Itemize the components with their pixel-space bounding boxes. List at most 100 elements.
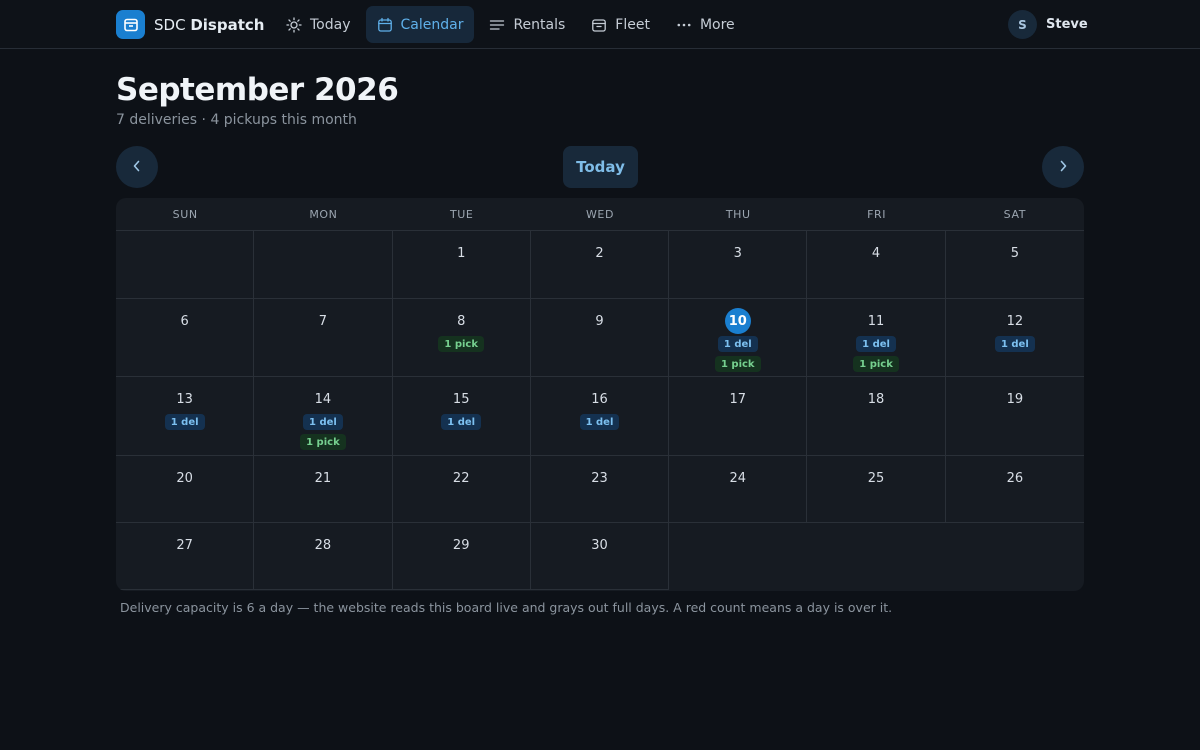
day-badges: 1 del (116, 414, 253, 430)
date-number: 4 (871, 245, 881, 261)
day-cell[interactable]: 24 (669, 456, 808, 523)
brand-prefix: SDC (154, 15, 186, 34)
day-cell[interactable]: 11 1 del 1 pick (807, 299, 946, 377)
day-cell[interactable]: 10 1 del 1 pick (669, 299, 808, 377)
day-cell[interactable]: 25 (807, 456, 946, 523)
day-cell[interactable]: 19 (945, 377, 1084, 456)
month-summary: 7 deliveries · 4 pickups this month (116, 112, 357, 128)
weekday-label: SAT (1003, 208, 1027, 221)
date-number: 14 (314, 391, 332, 407)
day-cell[interactable]: 21 (254, 456, 393, 523)
date-number: 23 (591, 470, 608, 486)
date-number: 6 (180, 313, 189, 329)
day-badges: 1 del (393, 414, 530, 430)
delivery-count-badge: 1 del (164, 414, 205, 430)
nav-label-today: Today (310, 16, 351, 33)
date-number: 2 (595, 245, 604, 261)
nav-label-more: More (699, 16, 735, 33)
day-cell[interactable]: 17 (669, 377, 808, 456)
day-cell[interactable]: 7 (254, 299, 393, 377)
calendar-icon (377, 17, 393, 33)
day-cell[interactable]: 5 (945, 231, 1084, 299)
date-number: 7 (318, 313, 328, 329)
day-cell[interactable]: 30 (530, 523, 670, 590)
day-badges: 1 del 1 pick (254, 414, 391, 450)
previous-month-button[interactable] (116, 146, 158, 188)
date-number: 29 (452, 537, 470, 553)
day-cell[interactable]: 16 1 del (530, 377, 670, 456)
chevron-right-icon (1056, 158, 1070, 177)
date-number: 27 (176, 537, 193, 553)
day-badges: 1 pick (393, 336, 530, 352)
delivery-count-badge: 1 del (717, 336, 758, 352)
empty-day-cell[interactable] (116, 231, 255, 299)
day-cell[interactable]: 26 (945, 456, 1084, 523)
day-cell[interactable]: 27 (116, 523, 255, 590)
day-cell[interactable]: 23 (530, 456, 670, 523)
user-name: Steve (1046, 17, 1088, 32)
day-badges: 1 del 1 pick (807, 336, 944, 372)
nav-label-calendar: Calendar (400, 16, 464, 33)
delivery-count-badge: 1 del (441, 414, 482, 430)
day-cell[interactable]: 22 (392, 456, 531, 523)
day-cell[interactable]: 4 (807, 231, 946, 299)
date-number: 21 (314, 470, 332, 486)
pickup-count-badge: 1 pick (438, 336, 484, 352)
date-number: 18 (867, 391, 885, 407)
date-number: 17 (729, 391, 747, 407)
day-cell[interactable]: 18 (807, 377, 946, 456)
date-number: 12 (1006, 313, 1024, 329)
day-badges: 1 del 1 pick (669, 336, 806, 372)
day-cell[interactable]: 29 (392, 523, 531, 590)
user-menu[interactable]: S Steve (1008, 10, 1088, 39)
page-title: September 2026 (116, 72, 399, 108)
date-number: 25 (867, 470, 885, 486)
date-number: 30 (591, 537, 608, 553)
pickup-count-badge: 1 pick (853, 356, 899, 372)
nav-label-rentals: Rentals (513, 16, 566, 33)
nav-item-rentals[interactable]: Rentals (478, 6, 576, 43)
list-icon (489, 17, 505, 33)
delivery-count-badge: 1 del (994, 336, 1035, 352)
empty-day-cell[interactable] (254, 231, 393, 299)
date-number: 9 (595, 313, 604, 329)
nav-label-fleet: Fleet (615, 16, 650, 33)
top-nav: SDC Dispatch Today Calendar Rentals Flee… (0, 0, 1200, 49)
today-date-number: 10 (724, 308, 751, 334)
day-cell[interactable]: 28 (254, 523, 393, 590)
today-button[interactable]: Today (563, 146, 638, 188)
day-cell[interactable]: 3 (669, 231, 808, 299)
day-cell[interactable]: 13 1 del (116, 377, 255, 456)
day-cell[interactable]: 12 1 del (945, 299, 1084, 377)
day-cell[interactable]: 15 1 del (392, 377, 531, 456)
weekday-label: WED (585, 208, 615, 221)
day-cell[interactable]: 1 (392, 231, 531, 299)
day-badges: 1 del (531, 414, 668, 430)
date-number: 5 (1010, 245, 1019, 261)
brand[interactable]: SDC Dispatch (116, 10, 264, 39)
date-number: 19 (1006, 391, 1024, 407)
weekday-header: SUN MON TUE WED THU FRI SAT (116, 198, 1084, 231)
brand-title: Dispatch (190, 15, 265, 34)
dispatch-logo-icon (116, 10, 145, 39)
date-number: 1 (457, 245, 466, 261)
day-cell[interactable]: 14 1 del 1 pick (254, 377, 393, 456)
weekday-label: FRI (867, 208, 887, 221)
date-number: 11 (867, 313, 885, 329)
day-cell[interactable]: 8 1 pick (392, 299, 531, 377)
day-cell[interactable]: 6 (116, 299, 255, 377)
day-cell[interactable]: 20 (116, 456, 255, 523)
day-cell[interactable]: 9 (530, 299, 670, 377)
weekday-label: TUE (449, 208, 474, 221)
weekday-label: MON (309, 208, 338, 221)
next-month-button[interactable] (1042, 146, 1084, 188)
brand-name: SDC Dispatch (154, 16, 264, 34)
nav-item-today[interactable]: Today (275, 6, 362, 43)
nav-item-more[interactable]: More (665, 6, 746, 43)
nav-item-calendar[interactable]: Calendar (365, 6, 475, 43)
day-cell[interactable]: 2 (530, 231, 670, 299)
date-number: 15 (452, 391, 470, 407)
delivery-count-badge: 1 del (579, 414, 620, 430)
nav-item-fleet[interactable]: Fleet (580, 6, 661, 43)
nav-menu: Today Calendar Rentals Fleet More (275, 6, 746, 43)
